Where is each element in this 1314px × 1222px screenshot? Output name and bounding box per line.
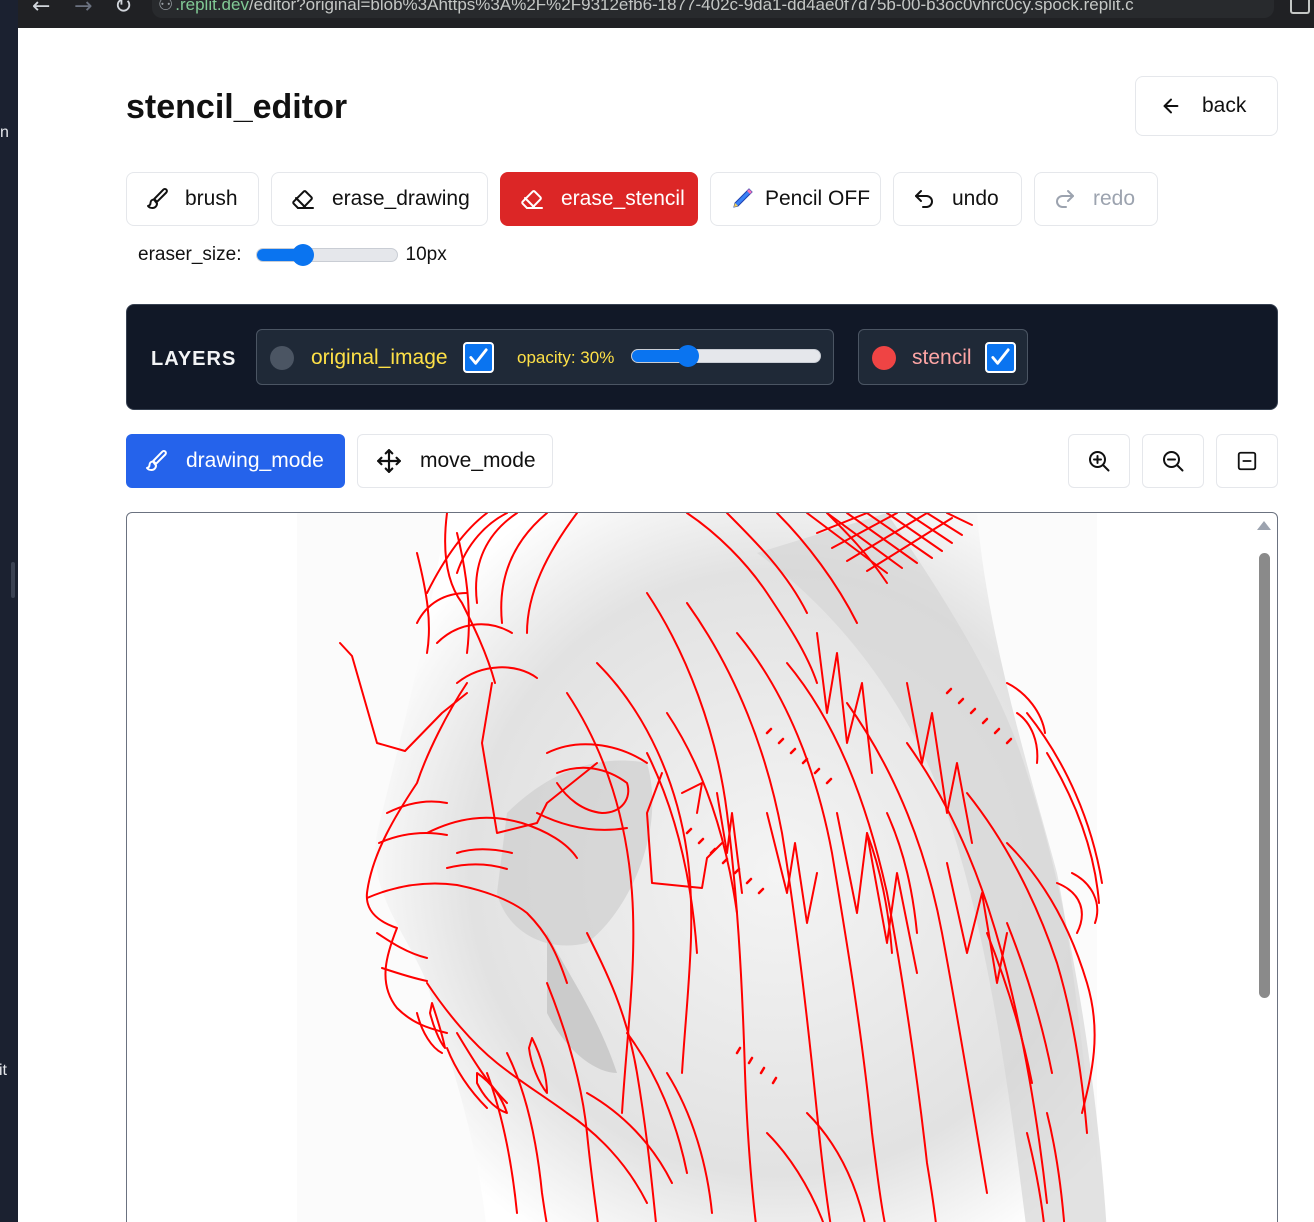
checkmark-icon [991,348,1010,365]
browser-toolbar: ← → ↻ ⚇ .replit.dev/editor?original=blob%… [0,0,1314,28]
adjacent-window-text: it [0,1062,7,1079]
erase-drawing-button[interactable]: erase_drawing [271,172,488,226]
zoom-out-icon [1163,451,1184,472]
slider-thumb[interactable] [291,244,314,266]
redo-button[interactable]: redo [1034,172,1158,226]
pencil-toggle-button[interactable]: Pencil OFF [710,172,881,226]
layers-title: LAYERS [151,348,237,370]
erase-stencil-label: erase_stencil [561,187,685,210]
fit-to-screen-button[interactable] [1216,434,1278,488]
zoom-in-icon [1089,451,1110,472]
redo-icon [1056,190,1074,208]
zoom-out-button[interactable] [1142,434,1204,488]
page-title: stencil_editor [126,88,348,126]
slider-thumb[interactable] [677,345,700,367]
canvas-artwork [297,513,1107,1222]
brush-label: brush [185,187,238,210]
resize-handle[interactable] [11,562,15,598]
browser-reload-icon[interactable]: ↻ [114,0,132,19]
brush-button[interactable]: brush [126,172,259,226]
brush-icon [147,188,168,209]
erase-drawing-label: erase_drawing [332,187,470,210]
undo-icon [915,190,933,208]
drawing-mode-label: drawing_mode [186,449,324,472]
original-visibility-checkbox[interactable] [463,342,494,373]
eraser-size-value: 10px [405,244,447,265]
opacity-label: opacity: 30% [517,348,615,367]
pencil-icon [733,188,753,208]
layer-original-label: original_image [311,346,448,369]
zoom-in-button[interactable] [1068,434,1130,488]
adjacent-window: n it [0,0,18,1222]
browser-back-icon[interactable]: ← [32,0,50,19]
erase-stencil-button[interactable]: erase_stencil [500,172,698,226]
brush-icon [146,450,167,471]
pencil-label: Pencil OFF [765,187,871,210]
move-icon [377,449,401,473]
scroll-up-arrow-icon[interactable] [1257,521,1271,530]
address-bar[interactable]: ⚇ .replit.dev/editor?original=blob%3Ahttp… [152,0,1274,18]
back-label: back [1202,94,1247,117]
drawing-canvas[interactable] [126,512,1278,1222]
eraser-icon [521,190,543,209]
move-mode-button[interactable]: move_mode [357,434,553,488]
eraser-size-slider[interactable] [255,244,398,266]
layer-original-image: original_image opacity: 30% [256,329,834,385]
site-info-icon[interactable]: ⚇ [158,0,173,14]
url-host: .replit.dev [175,0,249,14]
move-mode-label: move_mode [420,449,536,472]
eraser-icon [292,190,314,209]
cast-icon[interactable] [1290,0,1310,14]
browser-forward-icon[interactable]: → [74,0,92,19]
arrow-left-icon [1163,98,1179,114]
url-path: /editor?original=blob%3Ahttps%3A%2F%2F93… [248,0,1134,14]
redo-label: redo [1093,187,1136,210]
adjacent-window-text: n [0,124,9,141]
layer-stencil-label: stencil [912,346,972,369]
eraser-size-label: eraser_size: [138,244,242,265]
layer-color-dot [872,346,896,370]
drawing-mode-button[interactable]: drawing_mode [126,434,345,488]
canvas-scrollbar-thumb[interactable] [1259,553,1270,998]
stencil-visibility-checkbox[interactable] [985,342,1016,373]
layer-color-dot [270,346,294,370]
undo-label: undo [952,187,999,210]
eraser-size-control: eraser_size: 10px [138,240,447,270]
layer-stencil: stencil [858,329,1028,385]
checkmark-icon [469,348,488,365]
fit-icon [1237,451,1257,471]
back-button[interactable]: back [1135,76,1278,136]
undo-button[interactable]: undo [893,172,1022,226]
opacity-slider[interactable] [631,345,821,367]
layers-panel: LAYERS original_image opacity: 30% stenc… [126,304,1278,410]
